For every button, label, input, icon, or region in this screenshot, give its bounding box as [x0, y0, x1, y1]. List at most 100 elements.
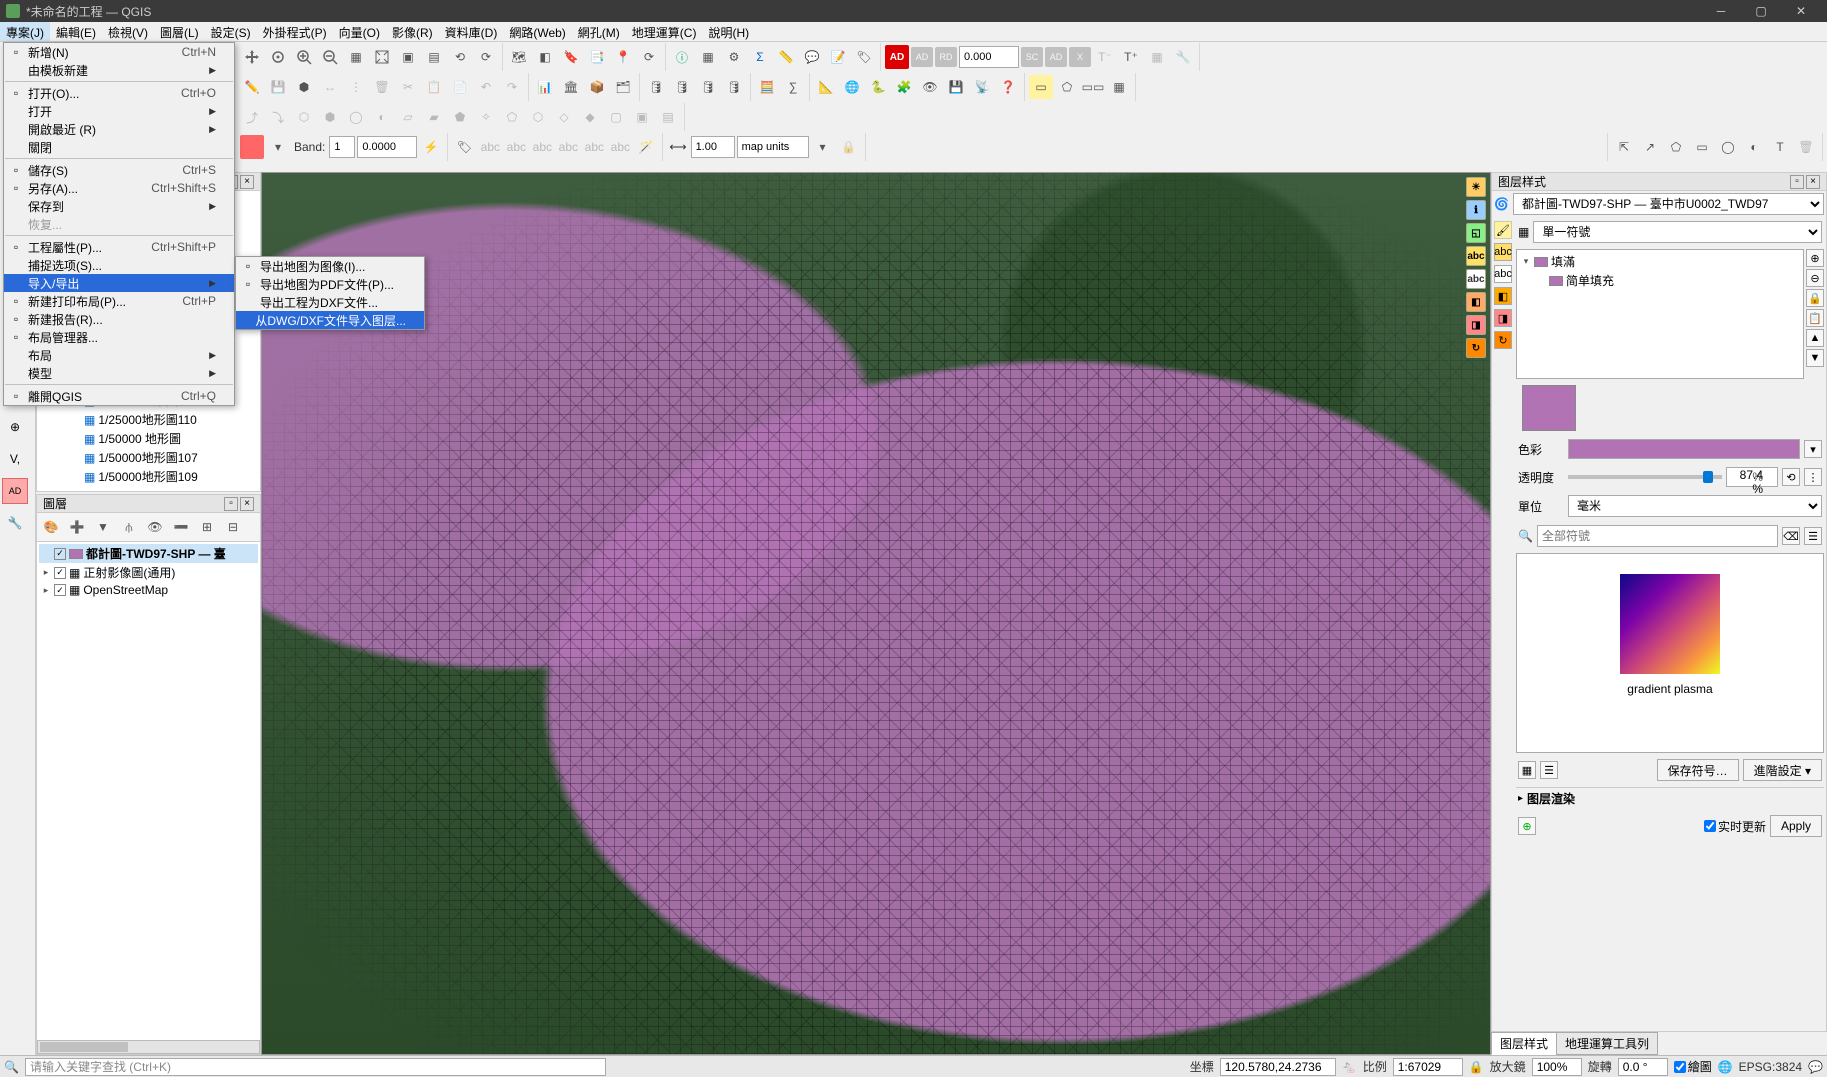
db-1-icon[interactable]: 🛢: [644, 75, 668, 99]
opacity-data-icon[interactable]: ⋮: [1804, 468, 1822, 486]
ov-btn-6[interactable]: ◧: [1466, 292, 1486, 312]
menu-vector[interactable]: 向量(O): [333, 22, 386, 41]
ov-btn-2[interactable]: ℹ: [1466, 200, 1486, 220]
opacity-slider[interactable]: [1568, 475, 1722, 479]
pan-icon[interactable]: [240, 45, 264, 69]
dig-4-icon[interactable]: ⬢: [318, 105, 342, 129]
layer-filter-icon[interactable]: ▼: [91, 515, 115, 539]
menu-item[interactable]: 恢复...: [4, 215, 234, 233]
cut-icon[interactable]: ✂: [396, 75, 420, 99]
action-icon[interactable]: ▦: [696, 45, 720, 69]
layers-close-icon[interactable]: ×: [240, 497, 254, 511]
db-3-icon[interactable]: 🛢: [696, 75, 720, 99]
rotation-input[interactable]: [1618, 1058, 1668, 1076]
grid-view-icon[interactable]: ▦: [1518, 761, 1536, 779]
menu-item[interactable]: 開啟最近 (R)▶: [4, 120, 234, 138]
label-c-icon[interactable]: abc: [504, 135, 528, 159]
layer-remove-icon[interactable]: ➖: [169, 515, 193, 539]
scale-lock-icon[interactable]: 🔒: [1469, 1060, 1484, 1074]
raster-calc-icon[interactable]: ∑: [781, 75, 805, 99]
style-close-icon[interactable]: ×: [1806, 175, 1820, 189]
select-rect-icon[interactable]: ▭: [1029, 75, 1053, 99]
db-2-icon[interactable]: 🛢: [670, 75, 694, 99]
layer-eye-icon[interactable]: 👁: [143, 515, 167, 539]
dig-15-icon[interactable]: ▢: [604, 105, 628, 129]
symbol-down-icon[interactable]: ▼: [1806, 349, 1824, 367]
refresh-icon[interactable]: ⟳: [637, 45, 661, 69]
dig-16-icon[interactable]: ▣: [630, 105, 654, 129]
calc-icon[interactable]: 🧮: [755, 75, 779, 99]
log-icon[interactable]: 💬: [1808, 1060, 1823, 1074]
menu-item[interactable]: ▫新建打印布局(P)...Ctrl+P: [4, 292, 234, 310]
scale-input[interactable]: [1393, 1058, 1463, 1076]
label-d-icon[interactable]: abc: [530, 135, 554, 159]
dropdown-arrow-1[interactable]: ▾: [266, 135, 290, 159]
menu-item[interactable]: 布局▶: [4, 346, 234, 364]
scale-value-input[interactable]: [691, 136, 735, 158]
select-poly-icon[interactable]: ⬠: [1055, 75, 1079, 99]
menu-item[interactable]: 打开▶: [4, 102, 234, 120]
menu-item[interactable]: ▫布局管理器...: [4, 328, 234, 346]
ov-btn-8[interactable]: ↻: [1466, 338, 1486, 358]
render-section-label[interactable]: 图层渲染: [1527, 790, 1575, 807]
close-button[interactable]: ✕: [1781, 0, 1821, 22]
python-icon[interactable]: 🐍: [866, 75, 890, 99]
zoom-next-icon[interactable]: ⟳: [474, 45, 498, 69]
renderer-select[interactable]: 單一符號: [1533, 221, 1822, 243]
browser-item[interactable]: ▦ 1/25000地形圖110: [39, 410, 258, 429]
label-a-icon[interactable]: 🏷: [452, 135, 476, 159]
menu-item[interactable]: 保存到▶: [4, 197, 234, 215]
undo-icon[interactable]: ↶: [474, 75, 498, 99]
poly-d-icon[interactable]: ◐: [1742, 135, 1766, 159]
labels-tab-icon[interactable]: abc: [1494, 243, 1512, 261]
map-tips-icon[interactable]: 💬: [800, 45, 824, 69]
text-annotation-icon[interactable]: 📝: [826, 45, 850, 69]
symbology-tab-icon[interactable]: 🖌: [1494, 221, 1512, 239]
symbol-search-input[interactable]: [1537, 525, 1778, 547]
text-b-icon[interactable]: T⁺: [1119, 45, 1143, 69]
menu-item[interactable]: ▫儲存(S)Ctrl+S: [4, 161, 234, 179]
save-style-icon[interactable]: ⊕: [1518, 817, 1536, 835]
layer-collapse-icon[interactable]: ⊟: [221, 515, 245, 539]
zoom-full-icon[interactable]: [370, 45, 394, 69]
symbol-add-icon[interactable]: ⊕: [1806, 249, 1824, 267]
menu-item[interactable]: ▫工程屬性(P)...Ctrl+Shift+P: [4, 238, 234, 256]
list-view-icon[interactable]: ☰: [1540, 761, 1558, 779]
dig-12-icon[interactable]: ⬡: [526, 105, 550, 129]
dig-17-icon[interactable]: ▤: [656, 105, 680, 129]
vlayer-icon[interactable]: V,: [2, 446, 28, 472]
poly-a-icon[interactable]: ⬠: [1664, 135, 1688, 159]
submenu-item[interactable]: 从DWG/DXF文件导入图层...: [236, 311, 424, 329]
data-tool-3-icon[interactable]: 📦: [585, 75, 609, 99]
maximize-button[interactable]: ▢: [1741, 0, 1781, 22]
add-feature-icon[interactable]: ⬢: [292, 75, 316, 99]
pan-to-selection-icon[interactable]: [266, 45, 290, 69]
node-tool-icon[interactable]: ⋮: [344, 75, 368, 99]
ov-btn-5[interactable]: abc: [1466, 269, 1486, 289]
data-tool-4-icon[interactable]: 🗂: [611, 75, 635, 99]
text-t-icon[interactable]: T: [1768, 135, 1792, 159]
dig-8-icon[interactable]: ▰: [422, 105, 446, 129]
dig-11-icon[interactable]: ⬠: [500, 105, 524, 129]
coord-input[interactable]: [1220, 1058, 1336, 1076]
wrench-icon[interactable]: 🔧: [2, 510, 28, 536]
gray-btn-2[interactable]: RD: [935, 47, 957, 67]
dig-2-icon[interactable]: ⤵: [266, 105, 290, 129]
layer-add-icon[interactable]: ➕: [65, 515, 89, 539]
menu-item[interactable]: ▫新建报告(R)...: [4, 310, 234, 328]
menu-database[interactable]: 資料庫(D): [439, 22, 504, 41]
poly-c-icon[interactable]: ◯: [1716, 135, 1740, 159]
wand-icon[interactable]: 🪄: [634, 135, 658, 159]
arrow-icon[interactable]: ↗: [1638, 135, 1662, 159]
color-dropdown-icon[interactable]: ▾: [1804, 440, 1822, 458]
band-value-input[interactable]: [329, 136, 355, 158]
render-checkbox[interactable]: 繪圖: [1674, 1058, 1712, 1075]
browser-item[interactable]: ▦ 1/50000地形圖107: [39, 448, 258, 467]
new-3d-view-icon[interactable]: ◧: [533, 45, 557, 69]
layers-body[interactable]: ✓都計圖-TWD97-SHP — 臺▸✓▦正射影像圖(通用)▸✓▦OpenStr…: [37, 542, 260, 1040]
dig-3-icon[interactable]: ⬡: [292, 105, 316, 129]
layer-select[interactable]: 都計圖-TWD97-SHP — 臺中市U0002_TWD97: [1513, 193, 1824, 215]
temp-bookmark-icon[interactable]: 📍: [611, 45, 635, 69]
menu-item[interactable]: 關閉: [4, 138, 234, 156]
symbol-copy-icon[interactable]: 📋: [1806, 309, 1824, 327]
